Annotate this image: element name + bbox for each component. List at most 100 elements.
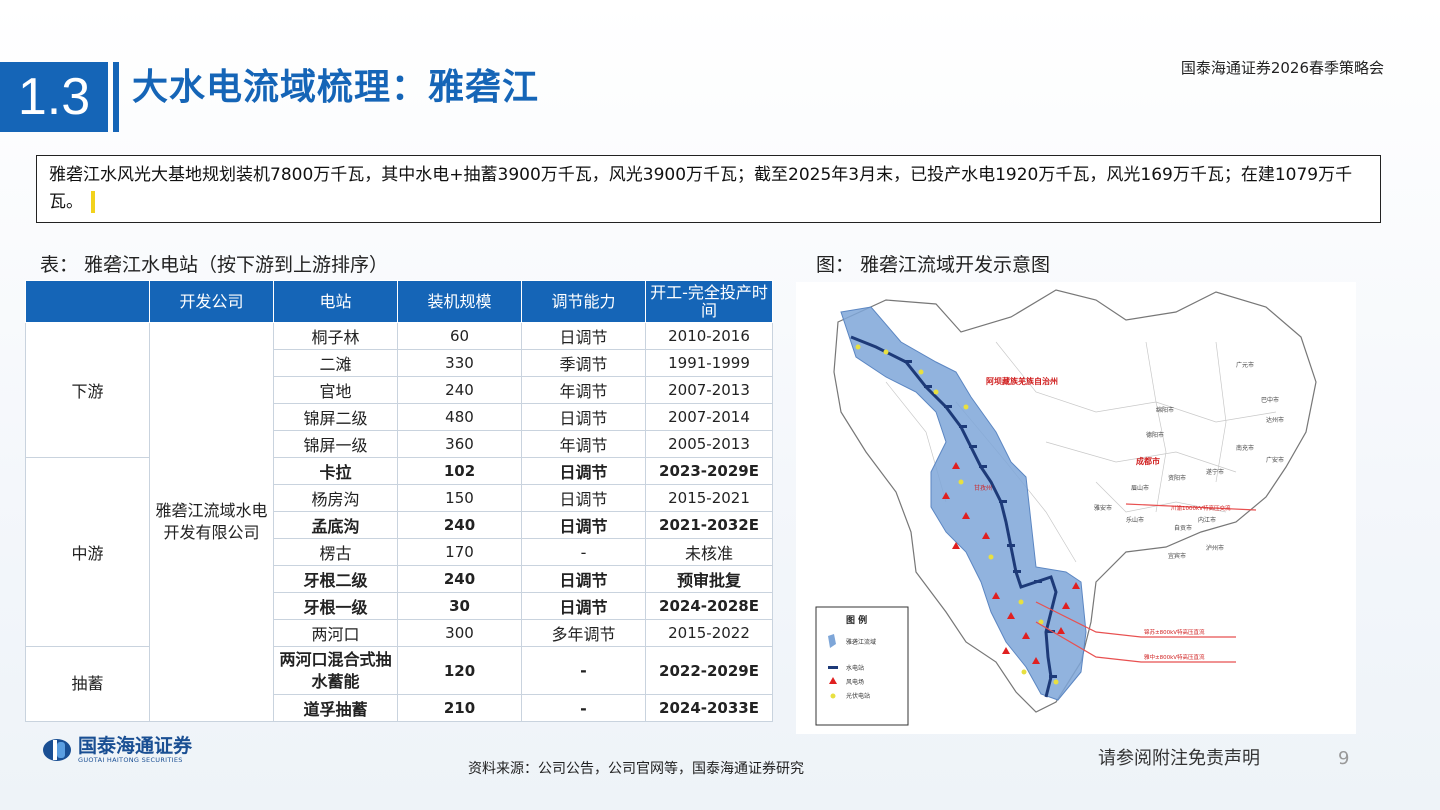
regulation-cell: 多年调节: [521, 619, 646, 647]
region-cell: 抽蓄: [25, 646, 150, 722]
capacity-cell: 360: [397, 430, 522, 458]
uhv-label-1: 川渝1000kV特高压交流: [1171, 504, 1231, 512]
period-cell: 2021-2032E: [645, 511, 773, 539]
station-cell: 牙根二级: [273, 565, 398, 593]
period-cell: 2007-2013: [645, 376, 773, 404]
period-cell: 1991-1999: [645, 349, 773, 377]
city-label: 自贡市: [1174, 524, 1192, 532]
legend-title: 图 例: [846, 614, 867, 626]
capacity-cell: 240: [397, 565, 522, 593]
station-cell: 桐子林: [273, 322, 398, 350]
period-cell: 2024-2033E: [645, 694, 773, 722]
station-cell: 孟底沟: [273, 511, 398, 539]
regulation-cell: 日调节: [521, 484, 646, 512]
capacity-cell: 210: [397, 694, 522, 722]
legend-item: 风电场: [846, 678, 864, 686]
page-number: 9: [1338, 748, 1350, 769]
capacity-cell: 30: [397, 592, 522, 620]
capacity-cell: 240: [397, 376, 522, 404]
city-label: 广安市: [1266, 456, 1284, 464]
regulation-cell: 日调节: [521, 403, 646, 431]
header-capacity: 装机规模: [397, 280, 522, 323]
prefecture-label: 阿坝藏族羌族自治州: [986, 376, 1058, 386]
period-cell: 2024-2028E: [645, 592, 773, 620]
capacity-cell: 480: [397, 403, 522, 431]
station-cell: 卡拉: [273, 457, 398, 485]
period-cell: 2007-2014: [645, 403, 773, 431]
period-cell: 2022-2029E: [645, 646, 773, 695]
city-label: 南充市: [1236, 444, 1254, 452]
period-cell: 2015-2022: [645, 619, 773, 647]
city-label: 雅安市: [1094, 504, 1112, 512]
page-title: 大水电流域梳理：雅砻江: [132, 67, 540, 108]
hydropower-table: 开发公司 电站 装机规模 调节能力 开工-完全投产时间 下游 雅砻江流域水电开发…: [25, 280, 773, 722]
legend-item: 光伏电站: [846, 692, 870, 700]
region-cell: 中游: [25, 457, 150, 647]
regulation-cell: 日调节: [521, 511, 646, 539]
station-cell: 两河口: [273, 619, 398, 647]
map-legend: 图 例 雅砻江流域 水电站 风电场 光伏电站: [815, 606, 909, 726]
ganzi-label: 甘孜州: [974, 484, 992, 492]
capacity-cell: 170: [397, 538, 522, 566]
text-cursor-marker: [91, 191, 95, 213]
period-cell: 2023-2029E: [645, 457, 773, 485]
station-cell: 锦屏二级: [273, 403, 398, 431]
logo-subtext: GUOTAI HAITONG SECURITIES: [78, 756, 183, 764]
header-regulation: 调节能力: [521, 280, 646, 323]
city-label: 眉山市: [1131, 484, 1149, 492]
regulation-cell: -: [521, 694, 646, 722]
capacity-cell: 60: [397, 322, 522, 350]
city-label: 内江市: [1198, 516, 1216, 524]
city-label: 遂宁市: [1206, 468, 1224, 476]
map-caption: 图： 雅砻江流域开发示意图: [816, 254, 1051, 276]
period-cell: 2005-2013: [645, 430, 773, 458]
city-label: 德阳市: [1146, 431, 1164, 439]
logo-mark-icon: [43, 739, 71, 761]
table-header-row: 开发公司 电站 装机规模 调节能力 开工-完全投产时间: [25, 280, 773, 323]
station-cell: 二滩: [273, 349, 398, 377]
table-row: 下游 雅砻江流域水电开发有限公司 桐子林 60 日调节 2010-2016: [25, 322, 773, 722]
regulation-cell: 日调节: [521, 592, 646, 620]
table-row: 抽蓄 两河口混合式抽水蓄能 120 - 2022-2029E: [25, 646, 773, 722]
basin-map-svg: 阿坝藏族羌族自治州 成都市 川渝1000kV特高压交流 锦苏±800kV特高压直…: [815, 289, 1317, 726]
station-cell: 楞古: [273, 538, 398, 566]
regulation-cell: 季调节: [521, 349, 646, 377]
regulation-cell: 日调节: [521, 322, 646, 350]
company-logo: 国泰海通证券 GUOTAI HAITONG SECURITIES: [42, 736, 192, 764]
station-cell: 官地: [273, 376, 398, 404]
regulation-cell: -: [521, 538, 646, 566]
period-cell: 预审批复: [645, 565, 773, 593]
city-label: 宜宾市: [1168, 552, 1186, 560]
station-cell: 牙根一级: [273, 592, 398, 620]
station-cell: 两河口混合式抽水蓄能: [273, 646, 398, 695]
capacity-cell: 102: [397, 457, 522, 485]
capacity-cell: 120: [397, 646, 522, 695]
legend-item: 雅砻江流域: [846, 638, 876, 646]
brand-header: 国泰海通证券2026春季策略会: [1180, 59, 1384, 77]
chengdu-label: 成都市: [1136, 456, 1160, 466]
city-label: 达州市: [1266, 416, 1284, 424]
header-period: 开工-完全投产时间: [645, 280, 773, 323]
summary-text: 雅砻江水风光大基地规划装机7800万千瓦，其中水电+抽蓄3900万千瓦，风光39…: [49, 165, 1353, 212]
station-cell: 杨房沟: [273, 484, 398, 512]
capacity-cell: 330: [397, 349, 522, 377]
section-number: 1.3: [0, 62, 108, 132]
period-cell: 未核准: [645, 538, 773, 566]
header-company: 开发公司: [149, 280, 274, 323]
uhv-label-3: 雅中±800kV特高压直流: [1144, 653, 1205, 661]
table-caption: 表： 雅砻江水电站（按下游到上游排序）: [40, 254, 389, 276]
uhv-label-2: 锦苏±800kV特高压直流: [1144, 628, 1205, 636]
city-label: 乐山市: [1126, 516, 1144, 524]
station-cell: 道孚抽蓄: [273, 694, 398, 722]
city-label: 广元市: [1236, 361, 1254, 369]
city-label: 泸州市: [1206, 544, 1224, 552]
city-label: 绵阳市: [1156, 406, 1174, 414]
regulation-cell: 日调节: [521, 565, 646, 593]
capacity-cell: 150: [397, 484, 522, 512]
regulation-cell: 年调节: [521, 430, 646, 458]
summary-box: 雅砻江水风光大基地规划装机7800万千瓦，其中水电+抽蓄3900万千瓦，风光39…: [36, 155, 1381, 223]
city-label: 资阳市: [1168, 474, 1186, 482]
disclaimer-note: 请参阅附注免责声明: [1098, 748, 1260, 769]
regulation-cell: 日调节: [521, 457, 646, 485]
source-note: 资料来源：公司公告，公司官网等，国泰海通证券研究: [468, 761, 804, 777]
